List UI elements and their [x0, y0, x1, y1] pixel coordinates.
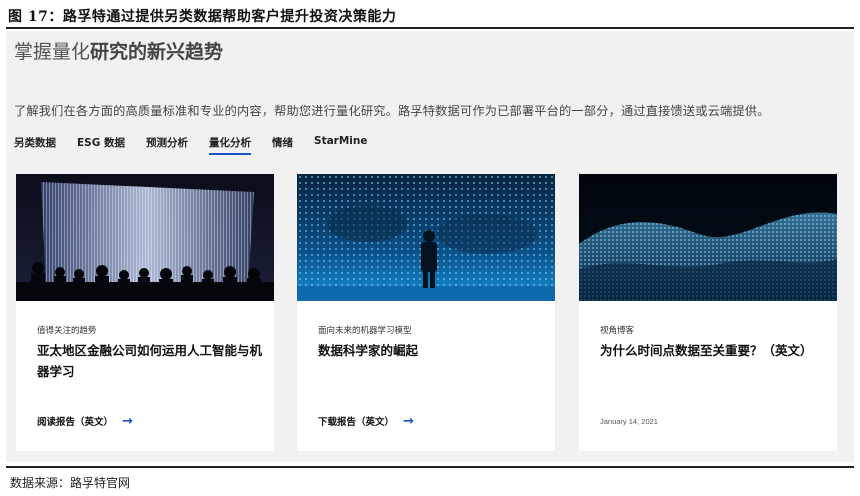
- top-divider: [6, 27, 854, 29]
- download-report-link[interactable]: 下载报告（英文） →: [318, 413, 414, 429]
- article-card[interactable]: 视角博客 为什么时间点数据至关重要？（英文） January 14, 2021: [579, 174, 837, 451]
- page-title-light: 掌握量化: [14, 41, 91, 63]
- figure-caption: 图 17：路孚特通过提供另类数据帮助客户提升投资决策能力: [8, 9, 397, 25]
- page-title-bold: 研究的新兴趋势: [90, 41, 224, 63]
- card-title[interactable]: 数据科学家的崛起: [318, 340, 546, 361]
- card-category: 面向未来的机器学习模型: [318, 326, 412, 336]
- read-report-link[interactable]: 阅读报告（英文） →: [37, 413, 133, 429]
- tab-esg-data[interactable]: ESG 数据: [77, 135, 125, 155]
- tab-alternative-data[interactable]: 另类数据: [14, 135, 56, 155]
- article-card[interactable]: 面向未来的机器学习模型 数据科学家的崛起 下载报告（英文） →: [297, 174, 555, 451]
- article-card[interactable]: 值得关注的趋势 亚太地区金融公司如何运用人工智能与机器学习 阅读报告（英文） →: [16, 174, 274, 451]
- tab-predictive-analytics[interactable]: 预测分析: [146, 135, 188, 155]
- card-link-label: 下载报告（英文）: [318, 417, 395, 428]
- bottom-divider: [6, 466, 854, 468]
- page-description: 了解我们在各方面的高质量标准和专业的内容，帮助您进行量化研究。路孚特数据可作为已…: [14, 104, 770, 118]
- tab-sentiment[interactable]: 情绪: [272, 135, 293, 155]
- card-image-person-led-wall: [297, 174, 555, 301]
- card-title[interactable]: 亚太地区金融公司如何运用人工智能与机器学习: [37, 340, 265, 382]
- card-image-crowd-light-installation: [16, 174, 274, 301]
- card-link-label: 阅读报告（英文）: [37, 417, 114, 428]
- page-title: 掌握量化研究的新兴趋势: [14, 37, 223, 64]
- tab-quant-analytics[interactable]: 量化分析: [209, 135, 252, 155]
- arrow-right-icon: →: [403, 413, 414, 429]
- card-image-particle-wave: [579, 174, 837, 301]
- figure-source: 数据来源：路孚特官网: [10, 476, 131, 490]
- card-category: 视角博客: [600, 326, 635, 336]
- card-date: January 14, 2021: [600, 417, 658, 426]
- tab-bar: 另类数据 ESG 数据 预测分析 量化分析 情绪 StarMine: [14, 135, 368, 155]
- tab-starmine[interactable]: StarMine: [314, 135, 368, 155]
- arrow-right-icon: →: [122, 413, 133, 429]
- card-category: 值得关注的趋势: [37, 326, 97, 336]
- card-title[interactable]: 为什么时间点数据至关重要？（英文）: [600, 340, 828, 361]
- web-panel: 掌握量化研究的新兴趋势 了解我们在各方面的高质量标准和专业的内容，帮助您进行量化…: [6, 31, 854, 462]
